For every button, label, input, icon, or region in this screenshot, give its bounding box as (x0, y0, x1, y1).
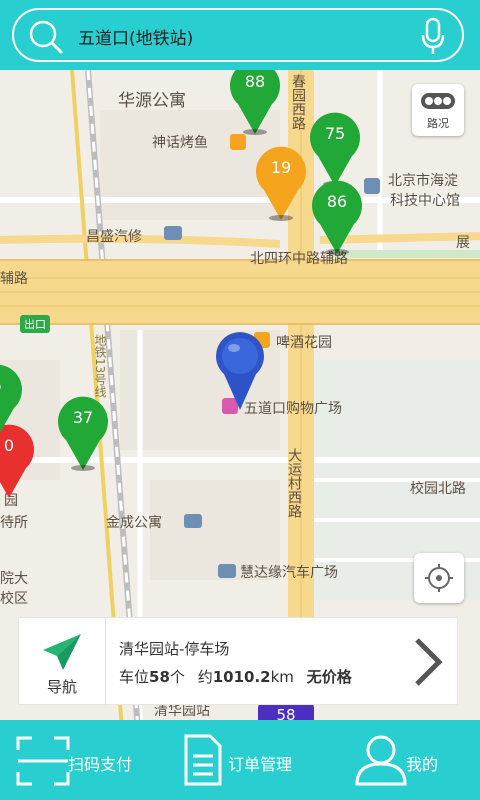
map-label: 辅路 (0, 271, 28, 287)
search-bar[interactable]: 五道口(地铁站) (12, 8, 464, 62)
price-text: 无价格 (306, 668, 352, 686)
tab-label: 扫码支付 (68, 755, 133, 774)
microphone-icon[interactable] (420, 17, 446, 57)
scan-icon (16, 736, 70, 786)
map-label: 神话烤鱼 (152, 135, 208, 151)
search-input[interactable]: 五道口(地铁站) (78, 24, 193, 49)
map-label: 华源公寓 (118, 91, 186, 111)
tab-order-management[interactable]: 订单管理 (160, 720, 320, 800)
map-label: 校园北路 (410, 481, 466, 497)
current-location-pin-icon (216, 332, 264, 410)
parking-marker[interactable]: 19 (254, 146, 308, 222)
map-label: 啤酒花园 (276, 335, 332, 351)
parking-info-card[interactable]: 导航 清华园站-停车场 车位58个 约1010.2km 无价格 (18, 617, 458, 706)
hotel-icon (184, 514, 202, 528)
museum-icon (364, 178, 380, 194)
map-label: 金成公寓 (106, 515, 162, 531)
tab-label: 我的 (406, 755, 439, 774)
tab-label: 订单管理 (228, 755, 293, 774)
parking-marker[interactable]: 75 (308, 112, 362, 188)
paper-plane-icon (43, 634, 81, 670)
parking-lot-info: 车位58个 约1010.2km 无价格 (119, 668, 352, 686)
document-icon (184, 734, 222, 786)
map-label: 慧达缘汽车广场 (240, 565, 338, 581)
parking-lot-name: 清华园站-停车场 (119, 640, 230, 658)
parking-marker[interactable]: 86 (310, 180, 364, 256)
distance-value: 1010.2 (212, 668, 271, 686)
parking-marker[interactable]: 37 (56, 396, 110, 472)
map-label: 科技中心馆 (390, 193, 460, 209)
map-label: 展 (456, 235, 470, 251)
top-bar: 五道口(地铁站) (0, 0, 480, 70)
map-label: 待所 (0, 515, 28, 531)
map-label: 校区 (0, 591, 28, 607)
chevron-right-icon[interactable] (413, 636, 443, 688)
map-label: 地铁13号线 (93, 334, 107, 398)
map-label: 院大 (0, 571, 28, 587)
traffic-label: 路况 (427, 117, 449, 130)
crosshair-icon (425, 564, 453, 592)
traffic-toggle-button[interactable]: 路况 (412, 84, 464, 136)
parking-marker[interactable]: 88 (228, 70, 282, 136)
map-label: 北京市海淀 (388, 173, 458, 189)
search-icon[interactable] (28, 19, 64, 55)
tab-scan-pay[interactable]: 扫码支付 (0, 720, 160, 800)
tab-my[interactable]: 我的 (320, 720, 480, 800)
spots-count: 58 (149, 668, 170, 686)
navigate-label: 导航 (46, 678, 77, 696)
parking-marker[interactable]: 5 (0, 364, 24, 440)
traffic-light-icon (421, 93, 455, 109)
user-icon (355, 735, 407, 786)
restaurant-icon (230, 134, 246, 150)
locate-me-button[interactable] (414, 553, 464, 603)
navigate-button[interactable]: 导航 (19, 618, 106, 706)
car-icon (218, 564, 236, 578)
car-icon (164, 226, 182, 240)
map-label: 春园西路 (290, 74, 306, 130)
map-label: 昌盛汽修 (86, 229, 142, 245)
map-label: 大运村西路 (286, 448, 302, 518)
bottom-tab-bar: 扫码支付 订单管理 我的 (0, 720, 480, 800)
exit-sign: 出口 (20, 315, 50, 333)
